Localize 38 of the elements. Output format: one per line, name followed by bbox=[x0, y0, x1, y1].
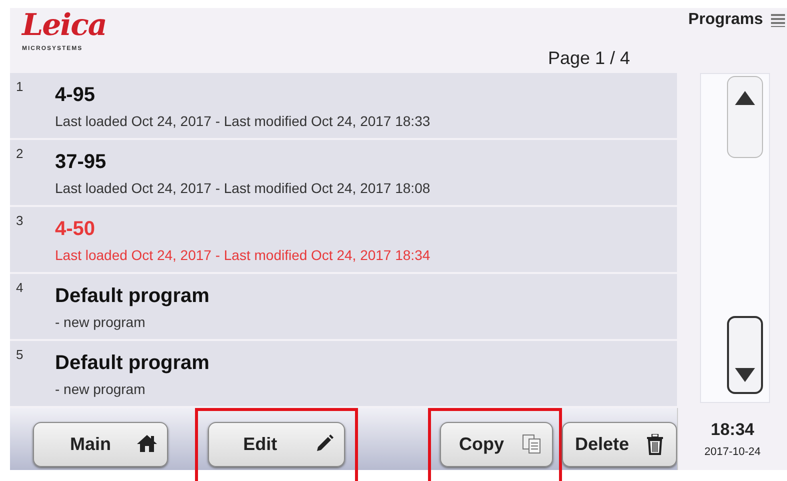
row-number: 4 bbox=[16, 280, 24, 297]
row-number: 2 bbox=[16, 146, 24, 163]
program-row[interactable]: 1 4-95 Last loaded Oct 24, 2017 - Last modified Oct 24, 2017 18:33 bbox=[10, 73, 677, 138]
clock-date: 2017-10-24 bbox=[704, 446, 761, 458]
row-number: 3 bbox=[16, 213, 24, 230]
program-name: 4-50 bbox=[55, 217, 96, 241]
toolbar-button[interactable]: Copy bbox=[440, 422, 553, 467]
page-indicator: Page 1 / 4 bbox=[548, 48, 630, 69]
program-name: Default program bbox=[55, 351, 210, 375]
clock-time: 18:34 bbox=[710, 420, 754, 440]
logo-wordmark: Leica bbox=[22, 8, 106, 44]
row-number: 1 bbox=[16, 79, 24, 96]
scroll-up-button[interactable] bbox=[727, 76, 763, 158]
toolbar-button[interactable]: Edit bbox=[208, 422, 346, 467]
menu-icon bbox=[771, 13, 785, 27]
program-detail: Last loaded Oct 24, 2017 - Last modified Oct 24, 2017 18:08 bbox=[55, 180, 430, 196]
program-name: 4-95 bbox=[55, 83, 96, 107]
up-arrow-icon bbox=[735, 91, 755, 105]
trash-icon bbox=[646, 434, 666, 455]
row-number: 5 bbox=[16, 347, 24, 364]
copy-icon bbox=[522, 434, 542, 455]
program-name: Default program bbox=[55, 284, 210, 308]
program-row[interactable]: 5 Default program - new program bbox=[10, 341, 677, 406]
program-row[interactable]: 3 4-50 Last loaded Oct 24, 2017 - Last modified Oct 24, 2017 18:34 bbox=[10, 207, 677, 272]
down-arrow-icon bbox=[735, 368, 755, 382]
toolbar-button[interactable]: Delete bbox=[562, 422, 677, 467]
toolbar-button[interactable]: Main bbox=[33, 422, 168, 467]
program-name: 37-95 bbox=[55, 150, 108, 174]
program-row[interactable]: 4 Default program - new program bbox=[10, 274, 677, 339]
program-detail: Last loaded Oct 24, 2017 - Last modified Oct 24, 2017 18:33 bbox=[55, 113, 430, 129]
program-detail: Last loaded Oct 24, 2017 - Last modified Oct 24, 2017 18:34 bbox=[55, 247, 430, 263]
home-icon bbox=[137, 434, 157, 455]
scroll-down-button[interactable] bbox=[727, 316, 763, 394]
program-row[interactable]: 2 37-95 Last loaded Oct 24, 2017 - Last modified Oct 24, 2017 18:08 bbox=[10, 140, 677, 205]
menu-button[interactable] bbox=[771, 13, 787, 27]
screen-title: Programs bbox=[688, 11, 763, 29]
program-detail: - new program bbox=[55, 381, 146, 397]
program-detail: - new program bbox=[55, 314, 146, 330]
